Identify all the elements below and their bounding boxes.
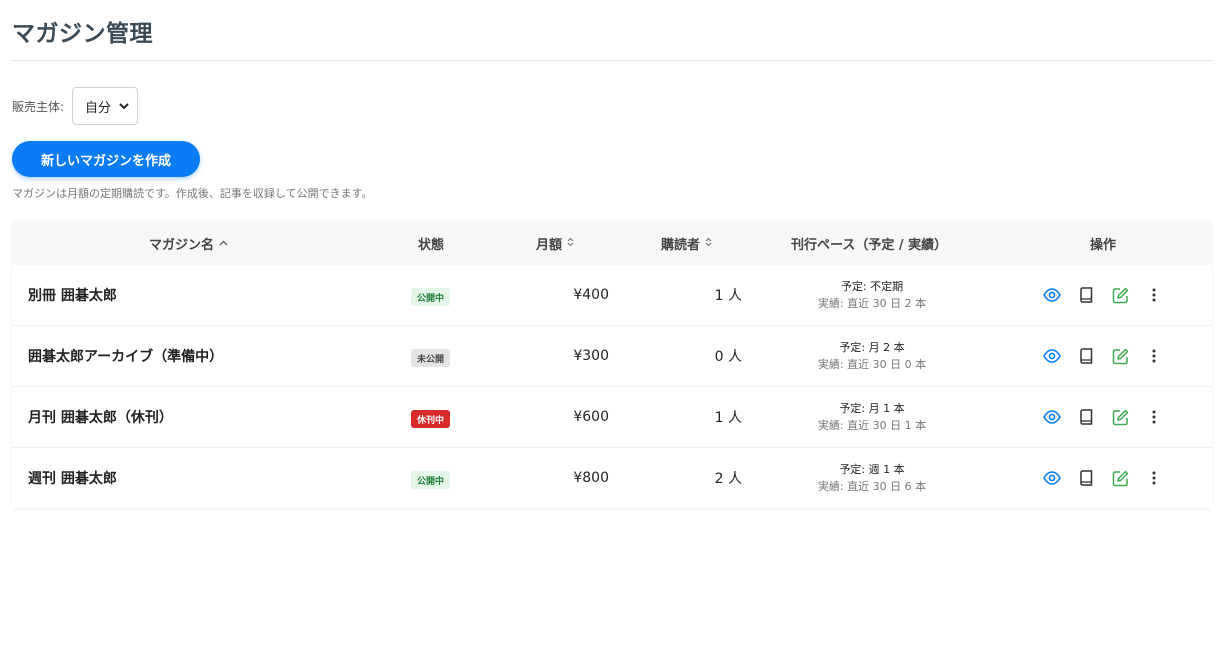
column-header-pace: 刊行ペース（予定 / 実績） xyxy=(791,237,948,253)
magazine-name[interactable]: 別冊 囲碁太郎 xyxy=(28,265,117,325)
table-row: 週刊 囲碁太郎 公開中 ¥800 2 人 予定: 週 1 本実績: 直近 30 日 6 … xyxy=(12,448,1212,509)
monthly-price: ¥300 xyxy=(573,348,609,364)
edit-button[interactable] xyxy=(1110,407,1130,427)
create-help-text: マガジンは月額の定期購読です。作成後、記事を収録して公開できます。 xyxy=(12,187,373,200)
seller-select-value: 自分 xyxy=(85,100,112,116)
more-button[interactable] xyxy=(1144,468,1164,488)
book-icon xyxy=(1079,470,1093,486)
monthly-price: ¥800 xyxy=(573,470,609,486)
pace-actual: 実績: 直近 30 日 1 本 xyxy=(817,419,927,432)
edit-icon xyxy=(1112,470,1129,487)
title-divider xyxy=(12,60,1212,61)
edit-button[interactable] xyxy=(1110,285,1130,305)
monthly-price: ¥400 xyxy=(573,287,609,303)
more-vertical-icon xyxy=(1152,288,1156,302)
pace-plan: 予定: 週 1 本 xyxy=(839,463,905,476)
magazine-name[interactable]: 囲碁太郎アーカイブ（準備中） xyxy=(28,326,223,386)
book-icon xyxy=(1079,348,1093,364)
column-header-ops: 操作 xyxy=(1090,237,1117,253)
magazine-name[interactable]: 月刊 囲碁太郎（休刊） xyxy=(28,387,173,447)
edit-icon xyxy=(1112,409,1129,426)
column-header-subscribers[interactable]: 購読者 xyxy=(661,221,712,265)
publishing-pace: 予定: 月 2 本実績: 直近 30 日 0 本 xyxy=(792,326,952,386)
more-button[interactable] xyxy=(1144,407,1164,427)
column-header-status: 状態 xyxy=(418,237,445,253)
status-badge: 公開中 xyxy=(411,471,451,489)
sort-icon xyxy=(705,237,712,250)
subscriber-count: 0 人 xyxy=(714,349,742,365)
edit-button[interactable] xyxy=(1110,346,1130,366)
subscriber-count: 1 人 xyxy=(714,410,742,426)
column-header-price[interactable]: 月額 xyxy=(536,221,574,265)
articles-button[interactable] xyxy=(1076,468,1096,488)
view-button[interactable] xyxy=(1042,346,1062,366)
subscriber-count: 1 人 xyxy=(714,288,742,304)
eye-icon xyxy=(1043,410,1061,424)
table-row: 月刊 囲碁太郎（休刊） 休刊中 ¥600 1 人 予定: 月 1 本実績: 直近 30 … xyxy=(12,387,1212,448)
column-header-name-label: マガジン名 xyxy=(149,237,215,253)
page-title: マガジン管理 xyxy=(12,21,153,47)
pace-plan: 予定: 月 2 本 xyxy=(839,341,905,354)
publishing-pace: 予定: 不定期実績: 直近 30 日 2 本 xyxy=(792,265,952,325)
pace-actual: 実績: 直近 30 日 2 本 xyxy=(817,297,927,310)
status-badge: 休刊中 xyxy=(411,410,451,428)
book-icon xyxy=(1079,287,1093,303)
edit-icon xyxy=(1112,348,1129,365)
magazine-name[interactable]: 週刊 囲碁太郎 xyxy=(28,448,117,508)
eye-icon xyxy=(1043,471,1061,485)
chevron-down-icon xyxy=(119,100,129,113)
create-magazine-button[interactable]: 新しいマガジンを作成 xyxy=(12,141,200,177)
subscriber-count: 2 人 xyxy=(714,471,742,487)
eye-icon xyxy=(1043,349,1061,363)
magazine-table: マガジン名 状態 月額 購読者 刊行ペース（予定 / 実績） 操作 別冊 囲碁太… xyxy=(12,221,1212,508)
table-header: マガジン名 状態 月額 購読者 刊行ペース（予定 / 実績） 操作 xyxy=(12,221,1212,265)
articles-button[interactable] xyxy=(1076,346,1096,366)
column-header-subscribers-label: 購読者 xyxy=(661,237,701,253)
eye-icon xyxy=(1043,288,1061,302)
status-badge: 公開中 xyxy=(411,288,451,306)
pace-plan: 予定: 不定期 xyxy=(840,280,904,293)
seller-label: 販売主体: xyxy=(12,99,65,114)
book-icon xyxy=(1079,409,1093,425)
more-button[interactable] xyxy=(1144,346,1164,366)
articles-button[interactable] xyxy=(1076,285,1096,305)
more-vertical-icon xyxy=(1152,471,1156,485)
pace-actual: 実績: 直近 30 日 0 本 xyxy=(817,358,927,371)
publishing-pace: 予定: 月 1 本実績: 直近 30 日 1 本 xyxy=(792,387,952,447)
view-button[interactable] xyxy=(1042,285,1062,305)
view-button[interactable] xyxy=(1042,407,1062,427)
seller-select[interactable]: 自分 xyxy=(72,87,139,125)
pace-plan: 予定: 月 1 本 xyxy=(839,402,905,415)
view-button[interactable] xyxy=(1042,468,1062,488)
edit-button[interactable] xyxy=(1110,468,1130,488)
more-button[interactable] xyxy=(1144,285,1164,305)
more-vertical-icon xyxy=(1152,410,1156,424)
more-vertical-icon xyxy=(1152,349,1156,363)
status-badge: 未公開 xyxy=(411,349,451,367)
table-row: 囲碁太郎アーカイブ（準備中） 未公開 ¥300 0 人 予定: 月 2 本実績: 直近 … xyxy=(12,326,1212,387)
publishing-pace: 予定: 週 1 本実績: 直近 30 日 6 本 xyxy=(792,448,952,508)
monthly-price: ¥600 xyxy=(573,409,609,425)
seller-filter: 販売主体: 自分 xyxy=(12,87,139,125)
articles-button[interactable] xyxy=(1076,407,1096,427)
pace-actual: 実績: 直近 30 日 6 本 xyxy=(817,480,927,493)
column-header-name[interactable]: マガジン名 xyxy=(149,221,228,265)
sort-icon xyxy=(567,237,574,250)
column-header-price-label: 月額 xyxy=(536,237,563,253)
table-row: 別冊 囲碁太郎 公開中 ¥400 1 人 予定: 不定期実績: 直近 30 日 2 本 xyxy=(12,265,1212,326)
sort-asc-icon xyxy=(219,238,228,249)
edit-icon xyxy=(1112,287,1129,304)
